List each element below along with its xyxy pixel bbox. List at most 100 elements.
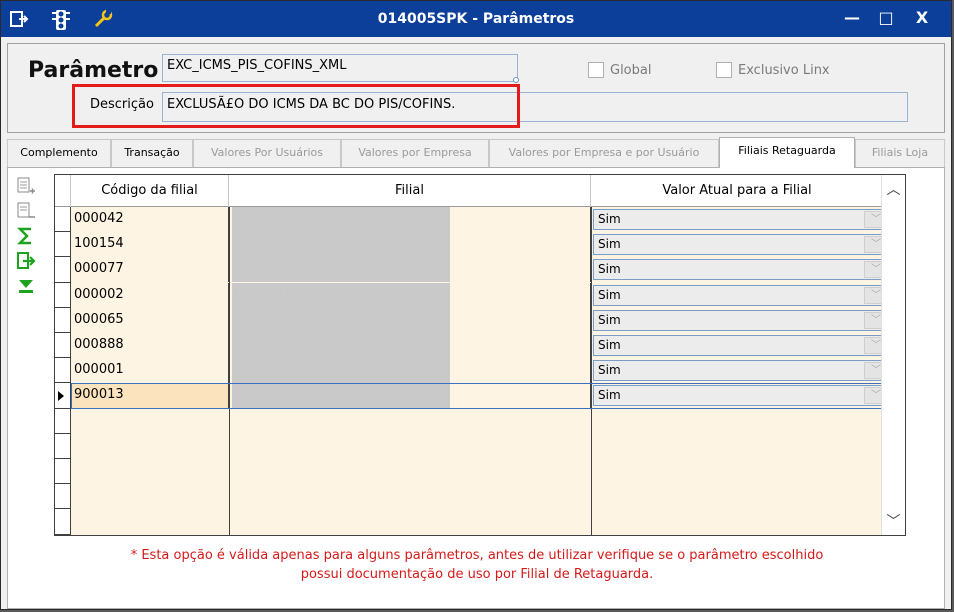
filial-name: MATRIZ BLUNT [232,358,450,384]
header-indicator-cell [55,175,71,207]
valor-select[interactable]: Sim ﹀ [593,360,891,382]
cell-valor[interactable]: Sim ﹀ [591,333,905,358]
row-indicator-divider [55,231,71,233]
cell-codigo[interactable]: 900013 [71,383,229,409]
cell-filial[interactable]: MATRIZ B2C [229,333,591,358]
cell-filial[interactable]: LINX PAY PAGAMENTOS [229,232,591,258]
global-label: Global [610,62,652,78]
cell-filial[interactable]: PRISMALUX LTDA [229,383,591,409]
tab-complemento[interactable]: Complemento [7,139,111,167]
table-row[interactable]: 000002 LOJA FILIAL SP Sim ﹀ [71,282,905,308]
tab-transacao[interactable]: Transação [111,139,193,167]
cell-valor[interactable]: Sim ﹀ [591,257,905,282]
parameter-header: Parâmetro EXC_ICMS_PIS_COFINS_XML Global… [7,43,945,133]
exclusivo-linx-label: Exclusivo Linx [738,62,830,78]
footnote-line-2: possui documentação de uso por Filial de… [300,567,654,582]
row-indicator-divider [55,281,71,283]
filiais-grid: Código da filial Filial Valor Atual para… [54,174,906,536]
cell-filial[interactable]: LOJA FILIAL B2C [229,257,591,283]
cell-valor[interactable]: Sim ﹀ [591,358,905,383]
filial-name: LOJA NFE 2 [232,307,450,333]
maximize-button[interactable]: □ [871,7,901,29]
parameter-field[interactable]: EXC_ICMS_PIS_COFINS_XML [162,54,518,82]
parametros-window: 014005SPK - Parâmetros — □ X Parâmetro E… [0,0,952,610]
column-header-valor[interactable]: Valor Atual para a Filial [591,175,883,207]
valor-select[interactable]: Sim ﹀ [593,234,891,256]
table-row[interactable]: 000888 MATRIZ B2C Sim ﹀ [71,333,905,358]
cell-valor[interactable]: Sim ﹀ [591,383,905,408]
tab-filiais-loja[interactable]: Filiais Loja [855,139,945,167]
valor-select[interactable]: Sim ﹀ [593,335,891,356]
valor-select[interactable]: Sim ﹀ [593,309,891,331]
cell-codigo[interactable]: 000001 [71,358,229,384]
valor-select[interactable]: Sim ﹀ [593,209,891,230]
collapse-down-icon[interactable] [14,274,38,298]
resize-handle[interactable] [513,77,519,83]
window-title: 014005SPK - Parâmetros [377,11,575,27]
table-row[interactable]: 000065 LOJA NFE 2 Sim ﹀ [71,307,905,333]
tab-strip: Complemento Transação Valores Por Usuári… [7,137,945,168]
filial-name: LOJA FILIAL SP [232,282,450,308]
filial-name: FILIAL NFE INDUSTRIAL [232,207,450,232]
row-indicator-divider [55,432,71,434]
sum-icon[interactable] [14,224,38,248]
cell-codigo[interactable]: 000888 [71,333,229,358]
cell-codigo[interactable]: 100154 [71,232,229,258]
add-row-icon[interactable] [14,174,38,198]
table-row[interactable]: 000077 LOJA FILIAL B2C Sim ﹀ [71,257,905,283]
column-header-filial[interactable]: Filial [229,175,591,207]
table-row[interactable]: 100154 LINX PAY PAGAMENTOS Sim ﹀ [71,232,905,258]
row-indicator-divider [55,508,71,510]
table-row[interactable]: 900013 PRISMALUX LTDA Sim ﹀ [71,383,905,409]
scroll-down-icon[interactable]: ﹀ [882,511,905,533]
checkbox-box[interactable] [716,62,732,78]
tab-valores-por-empresa-usuario[interactable]: Valores por Empresa e por Usuário [489,139,719,167]
footnote: * Esta opção é válida apenas para alguns… [8,546,946,584]
row-indicator-divider [55,357,71,359]
table-row[interactable]: 000001 MATRIZ BLUNT Sim ﹀ [71,358,905,384]
cell-valor[interactable]: Sim ﹀ [591,232,905,257]
cell-filial[interactable]: FILIAL NFE INDUSTRIAL [229,207,591,232]
cell-codigo[interactable]: 000065 [71,307,229,333]
cell-codigo[interactable]: 000042 [71,207,229,232]
cell-codigo[interactable]: 000002 [71,282,229,308]
scroll-up-icon[interactable]: ︿ [882,179,905,201]
tab-valores-por-usuarios[interactable]: Valores Por Usuários [193,139,341,167]
remove-row-icon[interactable] [14,199,38,223]
row-indicator-divider [55,483,71,485]
close-button[interactable]: X [907,7,937,29]
cell-filial[interactable]: LOJA FILIAL SP [229,282,591,308]
cell-filial[interactable]: MATRIZ BLUNT [229,358,591,384]
grid-header: Código da filial Filial Valor Atual para… [55,175,905,207]
valor-select[interactable]: Sim ﹀ [593,385,891,407]
current-row-indicator-icon [58,391,64,402]
row-indicator-divider [55,458,71,459]
exclusivo-linx-checkbox[interactable]: Exclusivo Linx [716,62,830,78]
row-indicator-divider [55,407,71,409]
parameter-label: Parâmetro [28,58,159,83]
cell-valor[interactable]: Sim ﹀ [591,308,905,333]
filial-name: PRISMALUX LTDA [232,383,450,409]
tab-filiais-retaguarda[interactable]: Filiais Retaguarda [719,137,855,168]
cell-valor[interactable]: Sim ﹀ [591,207,905,232]
row-indicator-divider [55,533,71,535]
grid-toolbar [14,174,42,299]
tab-valores-por-empresa[interactable]: Valores por Empresa [341,139,489,167]
cell-valor[interactable]: Sim ﹀ [591,283,905,308]
content-area: Parâmetro EXC_ICMS_PIS_COFINS_XML Global… [7,43,945,609]
cell-filial[interactable]: LOJA NFE 2 [229,307,591,333]
valor-select[interactable]: Sim ﹀ [593,259,891,281]
checkbox-box[interactable] [588,62,604,78]
valor-select[interactable]: Sim ﹀ [593,284,891,306]
vertical-scrollbar[interactable]: ︿ ﹀ [881,175,905,535]
row-indicator-divider [55,256,71,258]
column-header-codigo[interactable]: Código da filial [71,175,229,207]
cell-codigo[interactable]: 000077 [71,257,229,283]
filial-name: LINX PAY PAGAMENTOS [232,232,450,258]
footnote-line-1: * Esta opção é válida apenas para alguns… [130,548,824,563]
minimize-button[interactable]: — [837,7,867,29]
highlight-box [72,84,520,128]
table-row[interactable]: 000042 FILIAL NFE INDUSTRIAL Sim ﹀ [71,207,905,232]
global-checkbox[interactable]: Global [588,62,651,78]
export-icon[interactable] [14,249,38,273]
